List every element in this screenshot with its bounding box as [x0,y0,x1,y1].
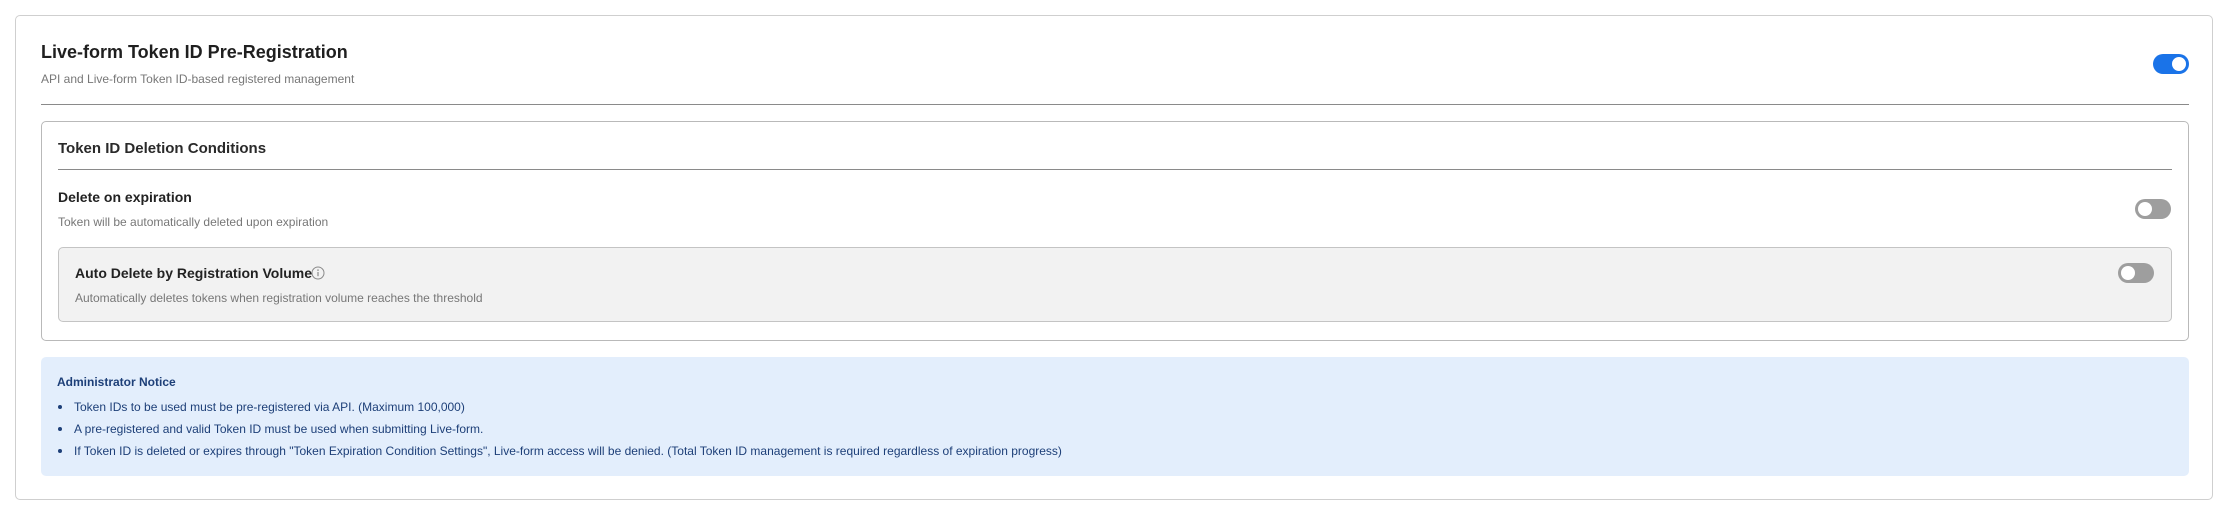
page-title: Live-form Token ID Pre-Registration [41,42,348,62]
header-divider [41,104,2189,105]
conditions-divider [58,169,2172,170]
deletion-conditions-title: Token ID Deletion Conditions [58,140,267,157]
auto-delete-volume-toggle[interactable] [2118,263,2154,283]
toggle-knob [2138,202,2152,216]
auto-delete-volume-description: Automatically deletes tokens when regist… [75,291,483,305]
delete-on-expiration-description: Token will be automatically deleted upon… [58,215,329,229]
page-subtitle: API and Live-form Token ID-based registe… [41,72,355,86]
registration-volume-section [58,247,2172,322]
auto-delete-volume-label: Auto Delete by Registration Volume [75,265,312,281]
pre-registration-toggle[interactable] [2153,54,2189,74]
info-icon[interactable] [311,266,325,280]
toggle-knob [2121,266,2135,280]
delete-on-expiration-label: Delete on expiration [58,189,192,205]
notice-item: Token IDs to be used must be pre-registe… [57,398,1062,420]
notice-item: A pre-registered and valid Token ID must… [57,420,1062,442]
notice-title: Administrator Notice [57,375,176,389]
notice-list: Token IDs to be used must be pre-registe… [57,398,1062,464]
delete-on-expiration-toggle[interactable] [2135,199,2171,219]
notice-item: If Token ID is deleted or expires throug… [57,442,1062,464]
toggle-knob [2172,57,2186,71]
